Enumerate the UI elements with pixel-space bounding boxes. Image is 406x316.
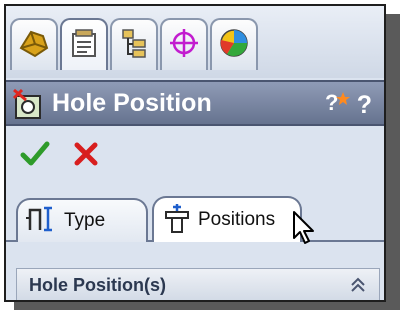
hole-positions-icon — [162, 202, 192, 239]
tab-type[interactable]: Type — [16, 198, 148, 242]
featuremanager-tab[interactable] — [10, 18, 58, 70]
dimxpert-tab[interactable] — [160, 18, 208, 70]
help-button[interactable]: ? — [357, 90, 372, 120]
svg-text:?: ? — [325, 90, 338, 115]
configurationmanager-tab[interactable] — [110, 18, 158, 70]
close-icon — [74, 142, 98, 166]
property-manager-panel: Hole Position ? ? Type Positions Hole Po… — [4, 4, 386, 302]
hole-positions-section[interactable]: Hole Position(s) — [16, 268, 380, 300]
section-title: Hole Position(s) — [29, 275, 167, 295]
hole-type-icon — [26, 204, 56, 239]
help-controls: ? ? — [323, 88, 372, 121]
property-manager-titlebar: Hole Position ? ? — [6, 80, 384, 126]
display-manager-icon — [217, 26, 251, 65]
hole-position-icon — [12, 88, 46, 125]
tab-positions-label: Positions — [198, 209, 276, 230]
tab-positions[interactable]: Positions — [152, 196, 302, 242]
propertymanager-icon — [67, 26, 101, 65]
ok-cancel-row — [20, 140, 100, 173]
check-icon — [20, 141, 50, 166]
display-manager-tab[interactable] — [210, 18, 258, 70]
tab-type-label: Type — [64, 210, 106, 231]
featuremanager-icon — [17, 26, 51, 65]
ok-button[interactable] — [20, 140, 50, 173]
double-chevron-up-icon[interactable] — [347, 273, 369, 300]
whats-new-icon[interactable]: ? — [323, 88, 351, 121]
dimxpert-icon — [167, 26, 201, 65]
configurationmanager-icon — [117, 26, 151, 65]
propertymanager-tab[interactable] — [60, 18, 108, 70]
cancel-button[interactable] — [72, 140, 100, 173]
page-title: Hole Position — [52, 89, 212, 117]
mouse-cursor-icon — [292, 210, 318, 251]
